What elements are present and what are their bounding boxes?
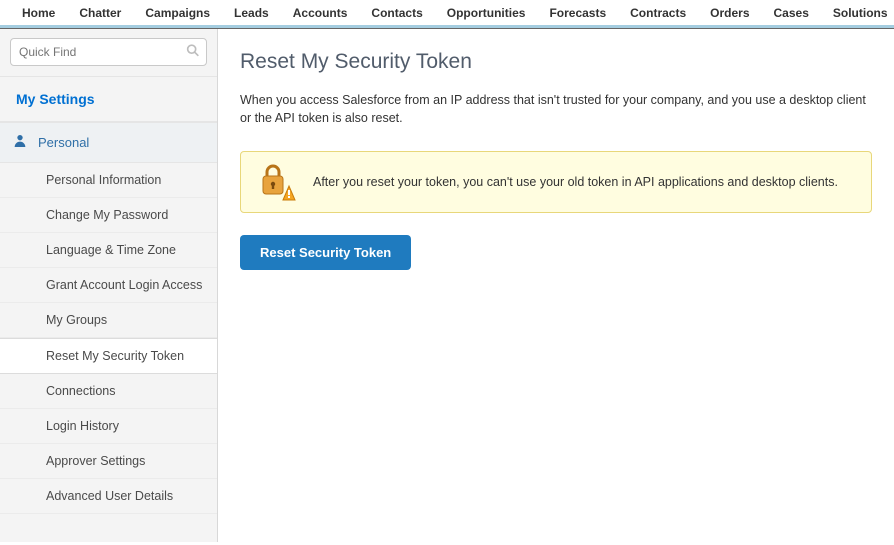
nav-tab-forecasts[interactable]: Forecasts xyxy=(537,0,618,27)
sidebar-item-approver-settings[interactable]: Approver Settings xyxy=(0,444,217,479)
sidebar-group-personal[interactable]: Personal xyxy=(0,122,217,163)
nav-tab-campaigns[interactable]: Campaigns xyxy=(133,0,222,27)
nav-tab-contracts[interactable]: Contracts xyxy=(618,0,698,27)
nav-tab-accounts[interactable]: Accounts xyxy=(281,0,360,27)
sidebar-item-change-my-password[interactable]: Change My Password xyxy=(0,198,217,233)
lock-warning-icon xyxy=(257,162,301,202)
nav-tab-home[interactable]: Home xyxy=(10,0,67,27)
main-content: Reset My Security Token When you access … xyxy=(218,28,894,542)
nav-tab-chatter[interactable]: Chatter xyxy=(67,0,133,27)
sidebar-group-label: Personal xyxy=(38,135,89,150)
person-icon xyxy=(12,133,28,152)
nav-tab-opportunities[interactable]: Opportunities xyxy=(435,0,538,27)
sidebar-item-language-time-zone[interactable]: Language & Time Zone xyxy=(0,233,217,268)
warning-banner: After you reset your token, you can't us… xyxy=(240,151,872,213)
sidebar-item-advanced-user-details[interactable]: Advanced User Details xyxy=(0,479,217,514)
nav-tab-contacts[interactable]: Contacts xyxy=(359,0,434,27)
nav-tab-leads[interactable]: Leads xyxy=(222,0,281,27)
sidebar-item-reset-my-security-token[interactable]: Reset My Security Token xyxy=(0,338,217,374)
page-title: Reset My Security Token xyxy=(240,50,872,74)
page-description: When you access Salesforce from an IP ad… xyxy=(240,92,872,127)
sidebar-item-connections[interactable]: Connections xyxy=(0,374,217,409)
quick-find-input[interactable] xyxy=(10,38,207,66)
sidebar-item-login-history[interactable]: Login History xyxy=(0,409,217,444)
sidebar-item-personal-information[interactable]: Personal Information xyxy=(0,163,217,198)
sidebar: My Settings Personal Personal Informatio… xyxy=(0,28,218,542)
quick-find-search xyxy=(10,38,207,66)
sidebar-item-my-groups[interactable]: My Groups xyxy=(0,303,217,338)
nav-tab-solutions[interactable]: Solutions xyxy=(821,0,894,27)
reset-security-token-button[interactable]: Reset Security Token xyxy=(240,235,411,270)
top-nav: Home Chatter Campaigns Leads Accounts Co… xyxy=(0,0,894,28)
nav-tab-orders[interactable]: Orders xyxy=(698,0,761,27)
warning-message: After you reset your token, you can't us… xyxy=(313,175,838,189)
nav-tab-cases[interactable]: Cases xyxy=(762,0,821,27)
sidebar-heading-my-settings[interactable]: My Settings xyxy=(0,76,217,122)
sidebar-subitems: Personal Information Change My Password … xyxy=(0,163,217,514)
sidebar-item-grant-account-login-access[interactable]: Grant Account Login Access xyxy=(0,268,217,303)
